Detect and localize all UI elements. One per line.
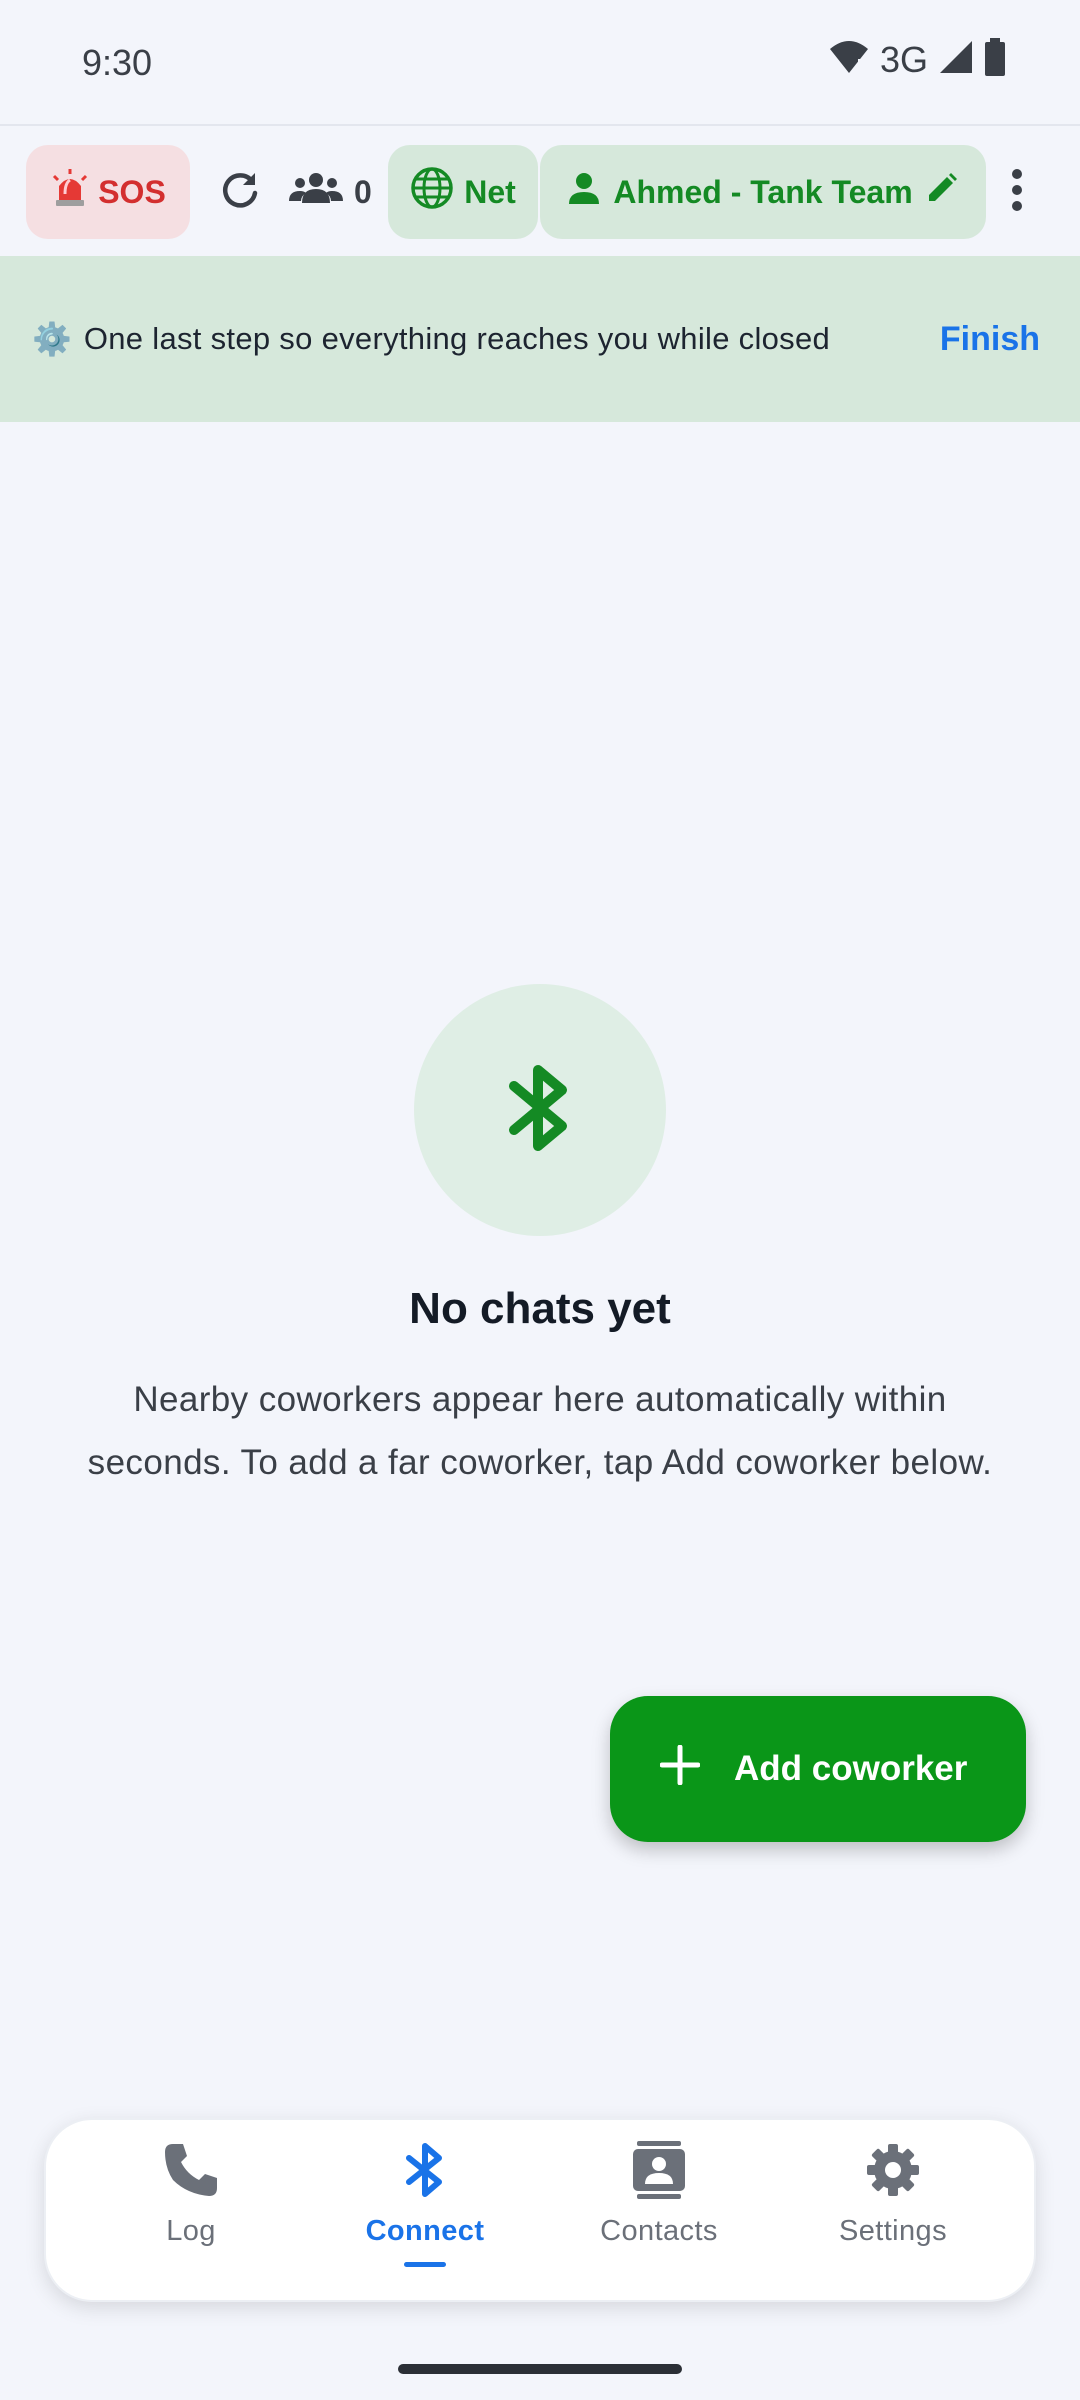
globe-icon xyxy=(410,166,454,218)
add-coworker-button[interactable]: Add coworker xyxy=(610,1696,1026,1842)
bluetooth-icon xyxy=(508,1060,572,1161)
nav-label-settings: Settings xyxy=(839,2215,947,2247)
net-label: Net xyxy=(464,173,516,210)
nav-item-connect[interactable]: Connect xyxy=(325,2140,525,2290)
sos-button[interactable]: SOS xyxy=(26,145,190,239)
peer-count[interactable]: 0 xyxy=(288,171,384,213)
active-tab-indicator xyxy=(404,2262,446,2267)
bluetooth-icon xyxy=(395,2140,455,2205)
nav-label-log: Log xyxy=(166,2215,216,2247)
contact-card-icon xyxy=(629,2140,689,2205)
empty-state-illustration xyxy=(414,984,666,1236)
nav-label-connect: Connect xyxy=(365,2215,485,2247)
refresh-icon xyxy=(219,169,261,216)
gear-icon: ⚙️ xyxy=(32,321,72,357)
edit-pencil-icon xyxy=(927,173,957,211)
net-status-chip[interactable]: Net xyxy=(388,145,538,239)
add-coworker-label: Add coworker xyxy=(734,1749,968,1788)
wifi-icon xyxy=(828,39,870,80)
phone-icon xyxy=(161,2140,221,2205)
signal-icon xyxy=(938,39,974,80)
finish-button[interactable]: Finish xyxy=(940,320,1040,359)
nav-item-settings[interactable]: Settings xyxy=(793,2140,993,2290)
team-chip[interactable]: Ahmed - Tank Team xyxy=(540,145,986,239)
sos-label: SOS xyxy=(98,173,166,210)
person-icon xyxy=(569,172,600,212)
empty-state-title: No chats yet xyxy=(409,1284,671,1333)
setup-banner: ⚙️ One last step so everything reaches y… xyxy=(0,256,1080,422)
nav-item-contacts[interactable]: Contacts xyxy=(559,2140,759,2290)
network-type: 3G xyxy=(879,38,928,80)
nav-label-contacts: Contacts xyxy=(600,2215,718,2247)
status-icons: 3G xyxy=(828,38,1006,81)
battery-icon xyxy=(984,38,1006,81)
people-icon xyxy=(288,171,344,213)
team-label: Ahmed - Tank Team xyxy=(613,173,913,210)
home-gesture-bar[interactable] xyxy=(398,2364,682,2374)
top-toolbar: SOS 0 Net Ahmed - Tank Team xyxy=(0,128,1080,256)
status-time: 9:30 xyxy=(82,42,153,83)
bottom-navigation: Log Connect Contacts Settings xyxy=(44,2118,1036,2302)
banner-text: One last step so everything reaches you … xyxy=(83,321,831,356)
empty-state-description: Nearby coworkers appear here automatical… xyxy=(87,1380,993,1482)
status-bar: 9:30 3G xyxy=(0,0,1080,126)
more-vert-icon xyxy=(1011,168,1023,216)
gear-icon xyxy=(863,2140,923,2205)
refresh-button[interactable] xyxy=(192,145,288,239)
more-options-button[interactable] xyxy=(986,145,1048,239)
nav-item-log[interactable]: Log xyxy=(91,2140,291,2290)
siren-icon xyxy=(50,168,90,216)
plus-icon xyxy=(659,1744,701,1794)
peer-count-value: 0 xyxy=(354,173,372,210)
